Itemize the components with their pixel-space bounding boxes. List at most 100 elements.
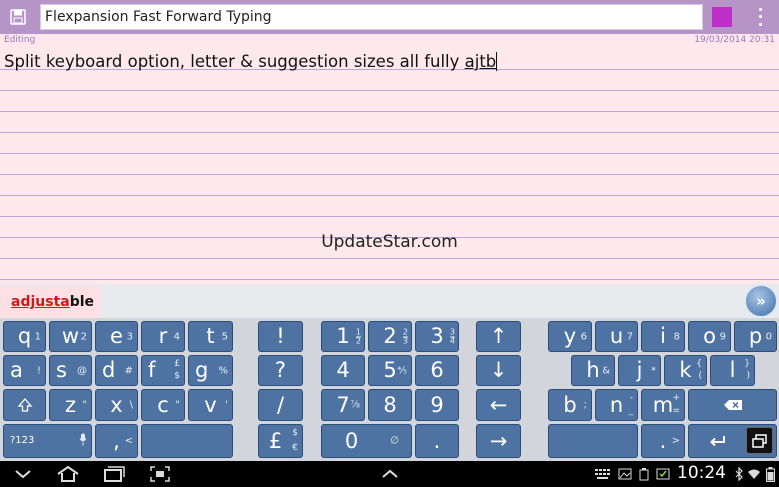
space-key-left[interactable] — [141, 424, 233, 458]
window-mode-icon[interactable] — [746, 427, 773, 454]
note-timestamp: 19/03/2014 20:31 — [694, 35, 775, 45]
key-l[interactable]: l}) — [710, 355, 755, 386]
battery-saver-icon — [637, 465, 651, 483]
arrow-up-key[interactable]: ↑ — [476, 321, 521, 352]
chevron-up-icon[interactable] — [378, 465, 402, 483]
key-q[interactable]: q1 — [3, 321, 46, 352]
backspace-icon — [689, 390, 776, 420]
ruled-line — [0, 216, 779, 217]
key-e[interactable]: e3 — [95, 321, 138, 352]
split-keyboard: q1 w2 e3 r4 t5 a! s @ d # f £ $ g% z " x \ c " … — [0, 318, 779, 461]
key-m[interactable]: m + = — [641, 389, 685, 421]
key-5[interactable]: 5⅘ — [368, 355, 412, 386]
space-key-right[interactable] — [548, 424, 638, 458]
gallery-icon — [617, 465, 633, 483]
note-text-before: Split keyboard option, letter & suggesti… — [4, 52, 465, 71]
shift-icon — [4, 390, 45, 420]
suggestion-chip[interactable]: adjusta ble — [0, 286, 100, 318]
recent-apps-icon[interactable] — [101, 465, 127, 483]
note-color-button[interactable] — [712, 7, 732, 27]
key-question[interactable]: ? — [258, 355, 303, 386]
ruled-line — [0, 153, 779, 154]
key-h[interactable]: h & — [571, 355, 615, 386]
key-r[interactable]: r4 — [141, 321, 185, 352]
key-period[interactable]: . > — [641, 424, 685, 458]
fast-forward-icon[interactable]: » — [744, 284, 778, 318]
key-u[interactable]: u7 — [595, 321, 638, 352]
key-g[interactable]: g% — [188, 355, 233, 386]
key-b[interactable]: b; — [548, 389, 592, 421]
suggestion-completion: ble — [69, 294, 95, 310]
key-8[interactable]: 8 — [368, 389, 412, 421]
arrow-left-icon: ← — [489, 392, 508, 417]
text-cursor — [496, 52, 498, 71]
key-z[interactable]: z " — [49, 389, 92, 421]
key-9[interactable]: 9 — [415, 389, 459, 421]
key-f[interactable]: f £ $ — [141, 355, 185, 386]
key-4[interactable]: 4 — [321, 355, 365, 386]
key-p[interactable]: p0 — [734, 321, 777, 352]
arrow-right-key[interactable]: → — [476, 424, 521, 458]
key-slash[interactable]: / — [258, 389, 303, 421]
ruled-line — [0, 279, 779, 280]
arrow-down-key[interactable]: ↓ — [476, 355, 521, 386]
key-s[interactable]: s @ — [49, 355, 92, 386]
current-word: ajtb — [464, 52, 497, 71]
key-n[interactable]: n - _ — [595, 389, 638, 421]
bluetooth-icon — [734, 465, 744, 483]
watermark: UpdateStar.com — [321, 232, 458, 252]
key-w[interactable]: w2 — [49, 321, 92, 352]
wifi-icon — [747, 465, 761, 483]
system-bar: 10:24 — [0, 461, 779, 487]
battery-icon — [764, 465, 776, 483]
arrow-up-icon: ↑ — [489, 324, 508, 348]
key-o[interactable]: o9 — [688, 321, 731, 352]
key-v[interactable]: v ' — [188, 389, 233, 421]
save-icon[interactable] — [6, 6, 30, 28]
home-icon[interactable] — [54, 465, 82, 483]
system-clock: 10:24 — [677, 463, 726, 483]
arrow-down-icon: ↓ — [489, 358, 508, 382]
key-decimal[interactable]: . — [415, 424, 459, 458]
key-k[interactable]: k{( — [664, 355, 707, 386]
keyboard-status-icon — [594, 465, 612, 483]
key-i[interactable]: i8 — [641, 321, 685, 352]
key-t[interactable]: t5 — [188, 321, 233, 352]
symbols-key[interactable]: ?123 — [3, 424, 92, 458]
key-d[interactable]: d # — [95, 355, 138, 386]
ruled-line — [0, 111, 779, 112]
suggestion-bar: adjusta ble » — [0, 284, 779, 318]
ruled-line — [0, 174, 779, 175]
key-j[interactable]: j * — [618, 355, 661, 386]
ruled-line — [0, 195, 779, 196]
key-0[interactable]: 0 ∅ — [321, 424, 412, 458]
microphone-icon — [79, 433, 87, 449]
overflow-menu-icon[interactable] — [752, 6, 768, 28]
key-comma[interactable]: , < — [95, 424, 138, 458]
key-2[interactable]: 223 — [368, 321, 412, 352]
key-c[interactable]: c " — [141, 389, 185, 421]
key-pound[interactable]: £ $ € — [258, 424, 303, 458]
title-bar: Flexpansion Fast Forward Typing — [0, 0, 779, 34]
ruled-line — [0, 132, 779, 133]
screenshot-icon[interactable] — [148, 465, 172, 483]
note-title-input[interactable]: Flexpansion Fast Forward Typing — [40, 4, 703, 30]
key-a[interactable]: a! — [3, 355, 46, 386]
key-3[interactable]: 334 — [415, 321, 459, 352]
key-7[interactable]: 7⅞ — [321, 389, 365, 421]
hide-keyboard-icon[interactable] — [12, 465, 34, 483]
key-6[interactable]: 6 — [415, 355, 459, 386]
suggestion-typed-part: adjusta — [11, 294, 70, 310]
key-exclamation[interactable]: ! — [258, 321, 303, 352]
shift-key[interactable] — [3, 389, 46, 421]
arrow-left-key[interactable]: ← — [476, 389, 521, 421]
key-y[interactable]: y6 — [548, 321, 592, 352]
key-1[interactable]: 112 — [321, 321, 365, 352]
ruled-line — [0, 258, 779, 259]
backspace-key[interactable] — [688, 389, 777, 421]
screen-icon — [655, 465, 671, 483]
note-body-text[interactable]: Split keyboard option, letter & suggesti… — [4, 52, 498, 71]
note-editor[interactable]: Editing 19/03/2014 20:31 Split keyboard … — [0, 34, 779, 284]
edit-status: Editing — [4, 35, 36, 45]
key-x[interactable]: x \ — [95, 389, 138, 421]
